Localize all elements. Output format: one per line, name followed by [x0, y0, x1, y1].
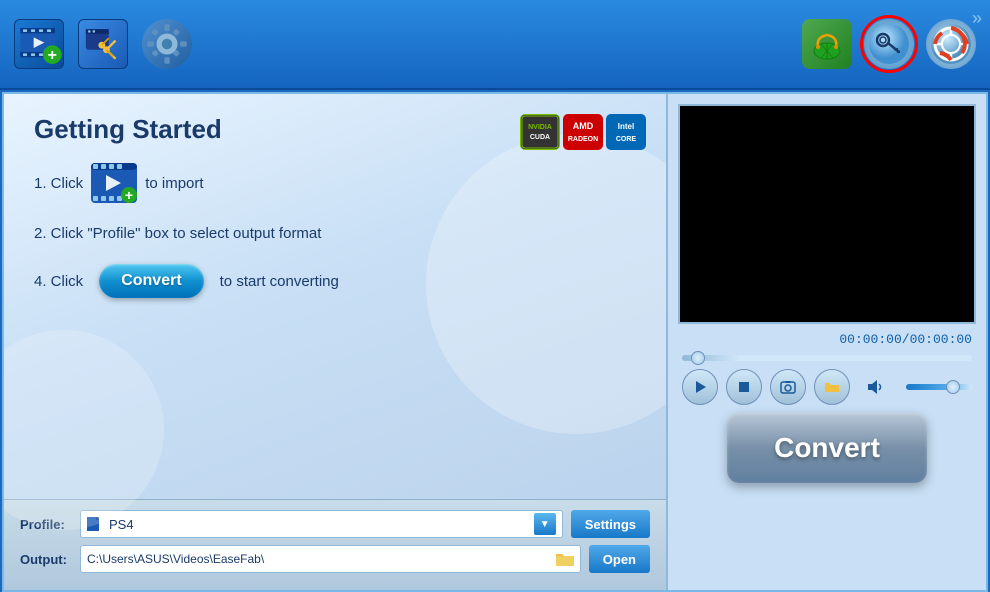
settings-button-bottom[interactable]: Settings [571, 510, 650, 538]
output-path-text: C:\Users\ASUS\Videos\EaseFab\ [87, 552, 264, 566]
step4-suffix: to start converting [220, 273, 339, 290]
right-panel: 00:00:00/00:00:00 [666, 94, 986, 590]
play-button[interactable] [682, 369, 718, 405]
svg-text:AMD: AMD [573, 121, 594, 131]
register-button[interactable] [862, 17, 916, 71]
step1: 1. Click + to import [34, 163, 636, 203]
controls-row [678, 369, 976, 405]
step4: 4. Click Convert to start converting [34, 264, 636, 298]
svg-text:Intel: Intel [618, 122, 634, 131]
step1-suffix: to import [145, 175, 203, 192]
profile-select-wrapper: PS4 ▼ Settings [80, 510, 650, 538]
svg-text:+: + [48, 47, 57, 64]
step2-text: 2. Click "Profile" box to select output … [34, 225, 321, 242]
svg-text:CUDA: CUDA [530, 134, 550, 141]
settings-button[interactable] [140, 17, 194, 71]
screenshot-button[interactable] [770, 369, 806, 405]
svg-text:+: + [125, 187, 133, 203]
convert-inline-step[interactable]: Convert [91, 264, 211, 298]
seek-bar[interactable] [682, 355, 972, 361]
output-label: Output: [20, 552, 80, 567]
time-current: 00:00:00 [839, 332, 901, 347]
volume-slider[interactable] [906, 384, 972, 390]
profile-row: Profile: PS4 ▼ Settings [20, 510, 650, 538]
volume-thumb[interactable] [946, 380, 960, 394]
help-button[interactable] [924, 17, 978, 71]
convert-inline-button[interactable]: Convert [99, 264, 203, 298]
left-panel: NVIDIA CUDA AMD RADEON Intel CORE Gett [4, 94, 666, 590]
step2: 2. Click "Profile" box to select output … [34, 225, 636, 242]
profile-value: PS4 [109, 517, 134, 532]
profile-label: Profile: [20, 517, 80, 532]
add-video-button[interactable]: + [12, 17, 66, 71]
intel-badge: Intel CORE [606, 114, 646, 150]
hw-badges: NVIDIA CUDA AMD RADEON Intel CORE [520, 114, 646, 150]
step1-text: 1. Click [34, 175, 83, 192]
output-path-field[interactable]: C:\Users\ASUS\Videos\EaseFab\ [80, 545, 581, 573]
volume-icon [858, 369, 894, 405]
shop-button[interactable] [800, 17, 854, 71]
open-button[interactable]: Open [589, 545, 650, 573]
seek-thumb[interactable] [691, 351, 705, 365]
profile-file-icon [87, 517, 103, 531]
time-display: 00:00:00/00:00:00 [678, 332, 976, 347]
bottom-bar: Profile: PS4 ▼ Settings [4, 499, 666, 590]
time-total: 00:00:00 [910, 332, 972, 347]
import-icon[interactable]: + [91, 163, 137, 203]
video-preview [678, 104, 976, 324]
step4-text: 4. Click [34, 273, 83, 290]
amd-badge: AMD RADEON [563, 114, 603, 150]
svg-text:CORE: CORE [616, 136, 637, 143]
convert-main-button[interactable]: Convert [727, 413, 927, 483]
toolbar: » [0, 0, 990, 90]
folder-icon [556, 551, 574, 567]
edit-button[interactable] [76, 17, 130, 71]
svg-text:NVIDIA: NVIDIA [528, 124, 552, 131]
nvidia-badge: NVIDIA CUDA [520, 114, 560, 150]
right-bottom: Convert [678, 413, 976, 493]
output-row: Output: C:\Users\ASUS\Videos\EaseFab\ Op… [20, 545, 650, 573]
output-path-wrapper: C:\Users\ASUS\Videos\EaseFab\ Open [80, 545, 650, 573]
profile-dropdown-arrow[interactable]: ▼ [534, 513, 556, 535]
profile-select[interactable]: PS4 ▼ [80, 510, 563, 538]
seek-bar-wrapper [678, 355, 976, 361]
stop-button[interactable] [726, 369, 762, 405]
folder-button[interactable] [814, 369, 850, 405]
main-area: NVIDIA CUDA AMD RADEON Intel CORE Gett [2, 92, 988, 592]
svg-text:RADEON: RADEON [568, 136, 598, 143]
